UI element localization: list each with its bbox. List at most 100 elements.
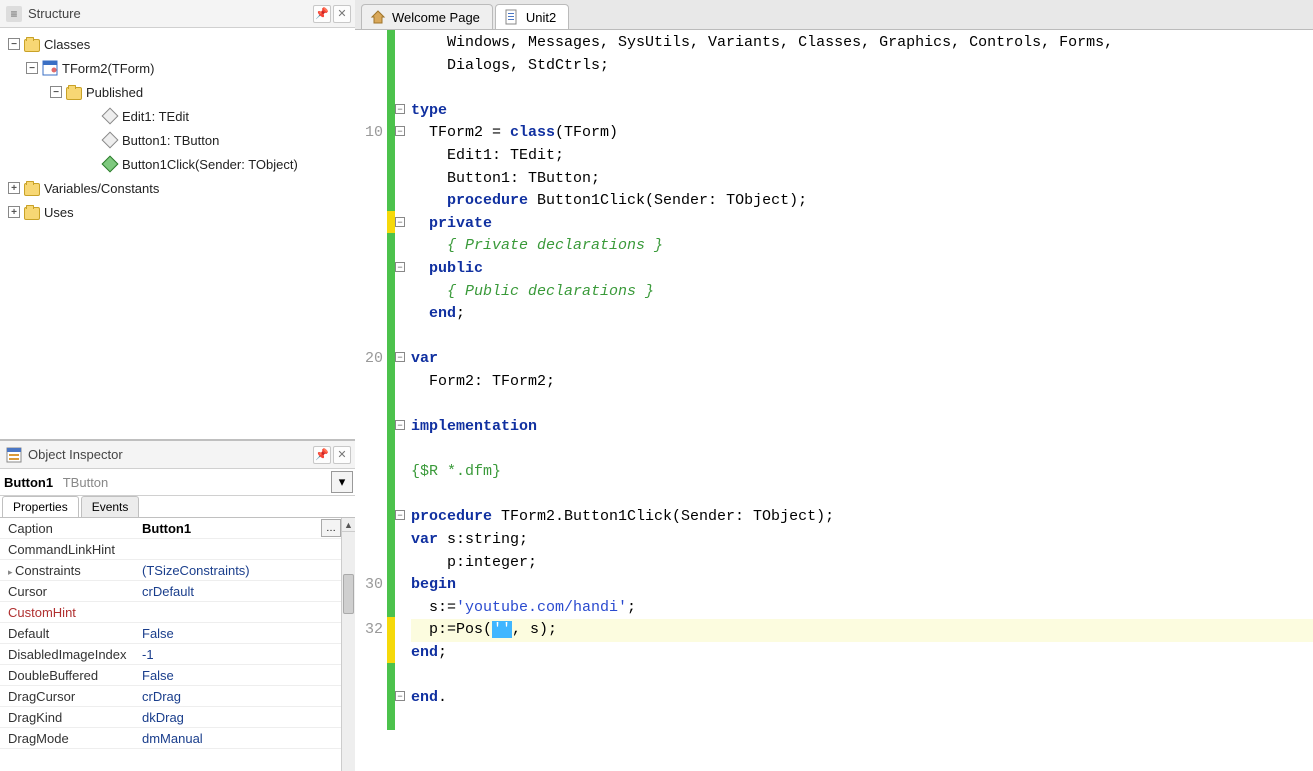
fold-toggle[interactable]: −: [395, 510, 405, 520]
fold-toggle[interactable]: −: [395, 352, 405, 362]
property-row[interactable]: DragCursorcrDrag: [0, 686, 355, 707]
fold-toggle[interactable]: −: [395, 420, 405, 430]
tree-label: Classes: [44, 37, 90, 52]
property-value[interactable]: dmManual: [138, 731, 355, 746]
scroll-thumb[interactable]: [343, 574, 354, 614]
inspector-title-bar: Object Inspector 📌 ✕: [0, 441, 355, 469]
folder-icon: [24, 39, 40, 52]
tab-unit2[interactable]: Unit2: [495, 4, 569, 29]
tab-label: Unit2: [526, 10, 556, 25]
property-row[interactable]: CursorcrDefault: [0, 581, 355, 602]
tab-properties[interactable]: Properties: [2, 496, 79, 517]
property-name: DragMode: [0, 731, 138, 746]
tree-label: Button1: TButton: [122, 133, 219, 148]
folder-icon: [66, 87, 82, 100]
property-value[interactable]: -1: [138, 647, 355, 662]
scroll-up[interactable]: ▲: [342, 518, 355, 532]
property-name: DragKind: [0, 710, 138, 725]
selector-dropdown[interactable]: ▾: [331, 471, 353, 493]
property-value[interactable]: crDrag: [138, 689, 355, 704]
fold-toggle[interactable]: −: [395, 691, 405, 701]
tree-label: Edit1: TEdit: [122, 109, 189, 124]
selected-class: TButton: [63, 475, 109, 490]
property-value[interactable]: (TSizeConstraints): [138, 563, 355, 578]
inspector-icon: [6, 447, 22, 463]
property-row[interactable]: DoubleBufferedFalse: [0, 665, 355, 686]
folder-icon: [24, 207, 40, 220]
property-row[interactable]: DragModedmManual: [0, 728, 355, 749]
tab-label: Welcome Page: [392, 10, 480, 25]
property-name: DoubleBuffered: [0, 668, 138, 683]
property-row[interactable]: CaptionButton1…: [0, 518, 355, 539]
property-row[interactable]: DefaultFalse: [0, 623, 355, 644]
fold-toggle[interactable]: −: [395, 217, 405, 227]
scrollbar[interactable]: ▲: [341, 518, 355, 771]
tree-label: Published: [86, 85, 143, 100]
expand-icon[interactable]: −: [50, 86, 62, 98]
tree-node-uses[interactable]: + Uses: [2, 200, 351, 224]
property-value[interactable]: False: [138, 626, 355, 641]
component-selector[interactable]: Button1 TButton ▾: [0, 469, 355, 496]
file-tabs: Welcome Page Unit2: [355, 0, 1313, 30]
tab-welcome-page[interactable]: Welcome Page: [361, 4, 493, 29]
inspector-tabs: Properties Events: [0, 496, 355, 518]
property-row[interactable]: DisabledImageIndex-1: [0, 644, 355, 665]
property-value[interactable]: dkDrag: [138, 710, 355, 725]
home-icon: [370, 9, 386, 25]
fold-toggle[interactable]: −: [395, 262, 405, 272]
change-gutter: [387, 30, 395, 771]
pin-button[interactable]: 📌: [313, 446, 331, 464]
property-row[interactable]: DragKinddkDrag: [0, 707, 355, 728]
tree-node-button1click[interactable]: Button1Click(Sender: TObject): [2, 152, 351, 176]
structure-icon: [6, 6, 22, 22]
close-button[interactable]: ✕: [333, 446, 351, 464]
tree-node-edit1[interactable]: Edit1: TEdit: [2, 104, 351, 128]
tree-label: Variables/Constants: [44, 181, 159, 196]
expand-icon[interactable]: −: [26, 62, 38, 74]
property-grid[interactable]: CaptionButton1…CommandLinkHintConstraint…: [0, 518, 355, 771]
property-name: Default: [0, 626, 138, 641]
property-value[interactable]: False: [138, 668, 355, 683]
tree-node-variables[interactable]: + Variables/Constants: [2, 176, 351, 200]
property-name: Cursor: [0, 584, 138, 599]
tab-events[interactable]: Events: [81, 496, 140, 517]
object-inspector-panel: Object Inspector 📌 ✕ Button1 TButton ▾ P…: [0, 440, 355, 771]
field-icon: [102, 132, 119, 149]
selected-name: Button1: [4, 475, 53, 490]
line-number-gutter: 10203032: [355, 30, 387, 771]
code-body[interactable]: Windows, Messages, SysUtils, Variants, C…: [407, 30, 1313, 771]
property-row[interactable]: CustomHint: [0, 602, 355, 623]
fold-gutter[interactable]: − − − − − − − −: [395, 30, 407, 771]
field-icon: [102, 108, 119, 125]
inspector-title: Object Inspector: [28, 447, 123, 462]
structure-title-bar: Structure 📌 ✕: [0, 0, 355, 28]
property-value[interactable]: crDefault: [138, 584, 355, 599]
property-name: DragCursor: [0, 689, 138, 704]
close-button[interactable]: ✕: [333, 5, 351, 23]
fold-toggle[interactable]: −: [395, 104, 405, 114]
pin-button[interactable]: 📌: [313, 5, 331, 23]
property-row[interactable]: CommandLinkHint: [0, 539, 355, 560]
property-name: DisabledImageIndex: [0, 647, 138, 662]
property-name: CustomHint: [0, 605, 138, 620]
structure-tree[interactable]: − Classes − TForm2(TForm) − Published: [0, 28, 355, 439]
expand-icon[interactable]: +: [8, 182, 20, 194]
property-value[interactable]: Button1: [138, 521, 321, 536]
property-row[interactable]: Constraints(TSizeConstraints): [0, 560, 355, 581]
tree-label: TForm2(TForm): [62, 61, 154, 76]
structure-title: Structure: [28, 6, 81, 21]
fold-toggle[interactable]: −: [395, 126, 405, 136]
code-editor[interactable]: 10203032 − − − − − − − − Windows, Messages, Sys…: [355, 30, 1313, 771]
form-icon: [42, 60, 58, 76]
expand-icon[interactable]: +: [8, 206, 20, 218]
tree-node-tform2[interactable]: − TForm2(TForm): [2, 56, 351, 80]
ellipsis-button[interactable]: …: [321, 519, 341, 537]
structure-panel: Structure 📌 ✕ − Classes − TForm2(TForm): [0, 0, 355, 440]
tree-node-classes[interactable]: − Classes: [2, 32, 351, 56]
property-name: Caption: [0, 521, 138, 536]
tree-node-button1[interactable]: Button1: TButton: [2, 128, 351, 152]
tree-node-published[interactable]: − Published: [2, 80, 351, 104]
expand-icon[interactable]: −: [8, 38, 20, 50]
method-icon: [102, 156, 119, 173]
unit-icon: [504, 9, 520, 25]
